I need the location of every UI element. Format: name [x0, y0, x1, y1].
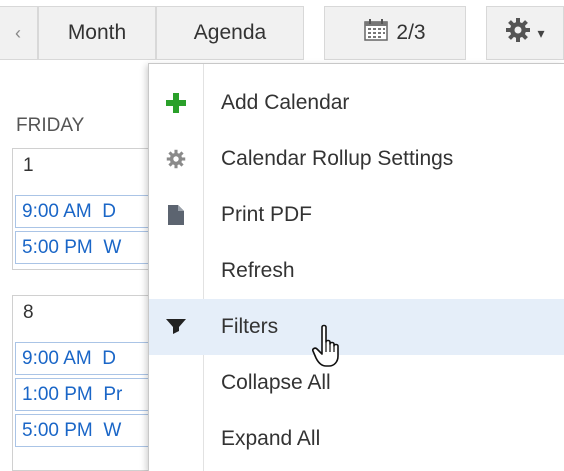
calendar-toolbar: ‹ Month Agenda 2/3 ▾ [0, 0, 564, 64]
prev-view-label: ‹ [15, 22, 21, 43]
event-title: Pr [103, 384, 123, 405]
event-time: 5:00 PM [22, 420, 93, 441]
menu-item-label: Print PDF [221, 203, 313, 226]
calendar-event[interactable]: 9:00 AM D [15, 195, 161, 228]
plus-icon [161, 88, 191, 118]
calendar-event[interactable]: 5:00 PM W [15, 231, 161, 264]
menu-item-label: Calendar Rollup Settings [221, 147, 454, 170]
day-number: 1 [23, 155, 34, 176]
calendar-event[interactable]: 5:00 PM W [15, 414, 161, 447]
menu-item-print-pdf[interactable]: Print PDF [149, 187, 564, 243]
menu-item-label: Filters [221, 315, 279, 338]
gear-icon [505, 17, 531, 49]
gear-icon [161, 144, 191, 174]
month-view-button[interactable]: Month [38, 6, 156, 60]
day-cell[interactable]: 8 9:00 AM D 1:00 PM Pr 5:00 PM W [12, 295, 162, 471]
menu-item-label: Add Calendar [221, 91, 350, 114]
menu-item-calendar-rollup-settings[interactable]: Calendar Rollup Settings [149, 131, 564, 187]
calendar-event[interactable]: 1:00 PM Pr [15, 378, 161, 411]
hand-pointer-cursor-icon [312, 324, 346, 375]
agenda-view-label: Agenda [193, 21, 267, 44]
menu-item-filters[interactable]: Filters [149, 299, 564, 355]
event-time: 9:00 AM [22, 348, 92, 369]
agenda-view-button[interactable]: Agenda [156, 6, 304, 60]
event-time: 5:00 PM [22, 237, 93, 258]
menu-item-add-calendar[interactable]: Add Calendar [149, 75, 564, 131]
calendar-event[interactable]: 9:00 AM D [15, 342, 161, 375]
settings-menu-button[interactable]: ▾ [486, 6, 564, 60]
event-time: 1:00 PM [22, 384, 93, 405]
prev-view-button[interactable]: ‹ [0, 6, 38, 60]
menu-item-label: Expand All [221, 427, 321, 450]
menu-item-refresh[interactable]: Refresh [149, 243, 564, 299]
month-view-label: Month [67, 21, 127, 44]
event-title: W [103, 237, 122, 258]
chevron-down-icon: ▾ [537, 24, 545, 41]
document-icon [161, 200, 191, 230]
event-title: D [102, 201, 117, 222]
menu-item-label: Refresh [221, 259, 295, 282]
day-header: FRIDAY [16, 115, 85, 136]
event-time: 9:00 AM [22, 201, 92, 222]
calendar-icon [364, 19, 389, 47]
date-picker-label: 2/3 [396, 21, 426, 44]
day-number: 8 [23, 302, 34, 323]
date-picker-button[interactable]: 2/3 [324, 6, 466, 60]
day-cell[interactable]: 1 9:00 AM D 5:00 PM W [12, 148, 162, 270]
funnel-icon [161, 312, 191, 342]
menu-item-expand-all[interactable]: Expand All [149, 411, 564, 467]
menu-item-collapse-all[interactable]: Collapse All [149, 355, 564, 411]
settings-dropdown-menu: Add Calendar Calendar Rollup Settings Pr… [148, 63, 564, 471]
event-title: D [102, 348, 117, 369]
event-title: W [103, 420, 122, 441]
